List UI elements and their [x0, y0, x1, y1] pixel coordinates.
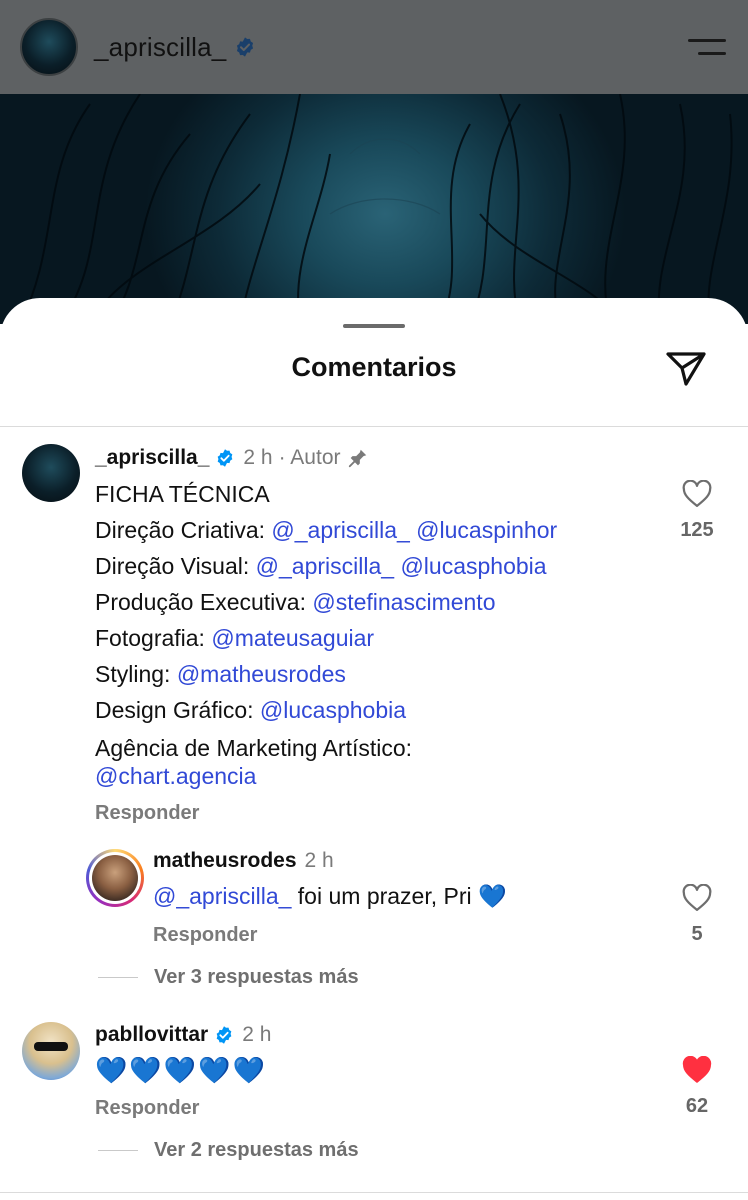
blue-heart-emoji: 💙: [478, 883, 507, 909]
comment-line: Design Gráfico: @lucasphobia: [95, 697, 407, 723]
comment-line: Styling: @matheusrodes: [95, 661, 346, 687]
pin-icon: [348, 449, 366, 468]
comment-body: @_apriscilla_ foi um prazer, Pri 💙: [153, 878, 633, 914]
like-control: 62: [667, 1055, 727, 1118]
heart-outline-icon[interactable]: [682, 479, 712, 508]
mention-link[interactable]: @mateusaguiar: [211, 625, 374, 651]
sheet-title: Comentarios: [291, 352, 457, 382]
comment-line: Direção Criativa: @_apriscilla_ @lucaspi…: [95, 517, 558, 543]
comment-line: FICHA TÉCNICA: [95, 481, 270, 507]
avatar[interactable]: [86, 849, 144, 907]
reply-button[interactable]: Responder: [153, 924, 257, 947]
verified-badge-icon: [216, 1026, 232, 1044]
comment-header: matheusrodes 2 h: [153, 849, 334, 873]
post-image: [0, 94, 748, 324]
comment-username[interactable]: pabllovittar: [95, 1023, 208, 1047]
comment-time: 2 h: [304, 849, 334, 872]
like-control: 125: [667, 479, 727, 542]
menu-icon[interactable]: [688, 36, 726, 58]
mention-link[interactable]: @matheusrodes: [177, 661, 346, 687]
mention-link[interactable]: @_apriscilla_ @lucasphobia: [256, 553, 547, 579]
reply-button[interactable]: Responder: [95, 1097, 199, 1120]
like-count: 125: [680, 519, 714, 541]
divider: [98, 1150, 138, 1151]
view-more-replies-label[interactable]: Ver 3 respuestas más: [154, 966, 359, 989]
divider: [98, 977, 138, 978]
like-count: 5: [691, 923, 703, 945]
comment-time: 2 h: [242, 1023, 272, 1046]
verified-badge-icon: [237, 37, 254, 57]
like-control: 5: [667, 883, 727, 946]
comment-line: Fotografia: @mateusaguiar: [95, 625, 375, 651]
comment-body: FICHA TÉCNICA Direção Criativa: @_aprisc…: [95, 476, 655, 794]
verified-badge-icon: [218, 449, 233, 467]
view-more-replies-label[interactable]: Ver 2 respuestas más: [154, 1139, 359, 1162]
view-more-replies[interactable]: Ver 3 respuestas más: [98, 966, 359, 989]
hair-strands-decoration: [19, 94, 733, 324]
profile-username[interactable]: _apriscilla_: [94, 32, 226, 63]
mention-link[interactable]: @_apriscilla_: [153, 883, 291, 909]
mention-link[interactable]: @lucasphobia: [260, 697, 406, 723]
heart-filled-icon[interactable]: [682, 1055, 712, 1084]
comment-time: 2 h: [243, 446, 273, 469]
mention-link[interactable]: @chart.agencia: [95, 763, 256, 789]
comment-line: Direção Visual: @_apriscilla_ @lucasphob…: [95, 553, 547, 579]
like-count: 62: [685, 1095, 709, 1117]
comment-header: _apriscilla_ 2 h · Autor: [95, 446, 369, 470]
reply-button[interactable]: Responder: [95, 802, 199, 825]
comment-text: 💙💙💙💙💙: [95, 1055, 267, 1085]
mention-link[interactable]: @stefinascimento: [312, 589, 495, 615]
mention-link[interactable]: @_apriscilla_ @lucaspinhor: [271, 517, 557, 543]
author-label: · Autor: [278, 446, 341, 469]
sheet-grabber[interactable]: [343, 324, 405, 328]
profile-avatar[interactable]: [20, 18, 78, 76]
comment-text: foi um prazer, Pri: [297, 883, 472, 909]
paper-plane-icon[interactable]: [664, 348, 708, 388]
avatar[interactable]: [22, 1022, 80, 1080]
view-more-replies[interactable]: Ver 2 respuestas más: [98, 1139, 359, 1162]
comment-line: Produção Executiva: @stefinascimento: [95, 589, 496, 615]
profile-header: _apriscilla_: [0, 0, 748, 94]
avatar[interactable]: [22, 444, 80, 502]
divider: [0, 1192, 748, 1193]
comment-username[interactable]: matheusrodes: [153, 849, 297, 873]
comment-username[interactable]: _apriscilla_: [95, 446, 209, 470]
heart-outline-icon[interactable]: [682, 883, 712, 912]
divider: [0, 426, 748, 427]
comment-header: pabllovittar 2 h: [95, 1023, 271, 1047]
